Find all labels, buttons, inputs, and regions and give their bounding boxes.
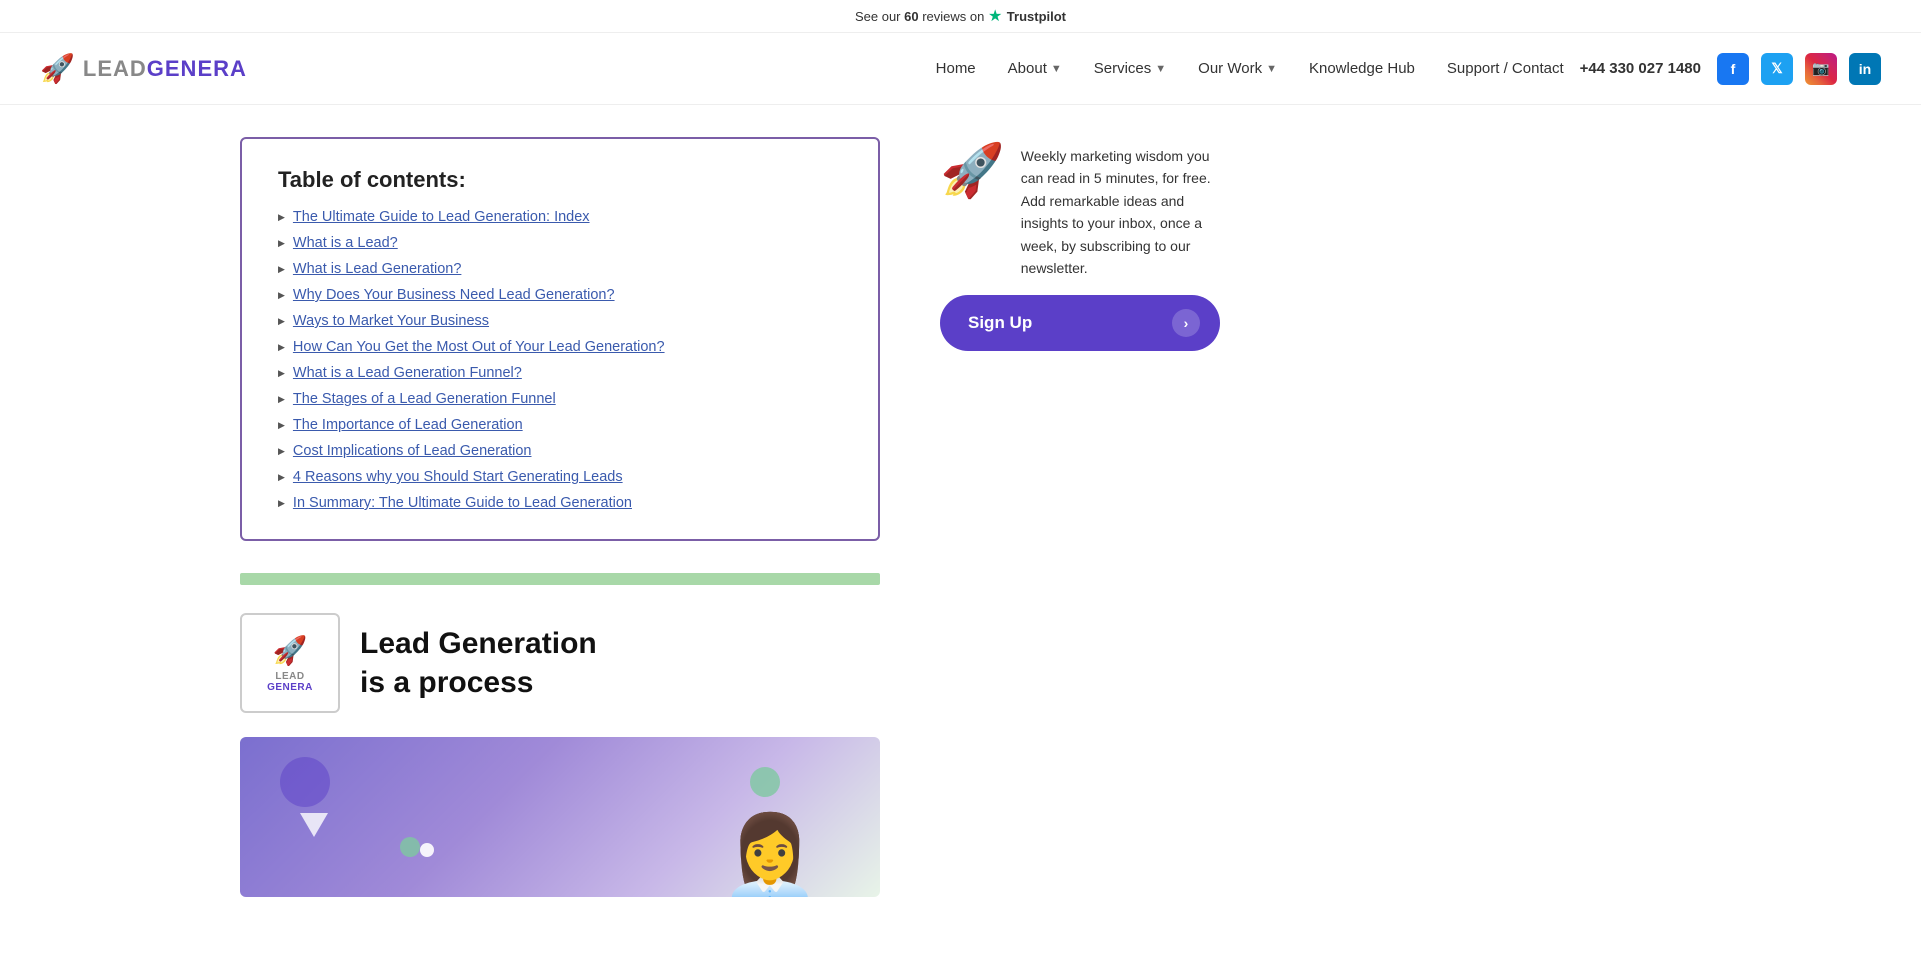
logo-text: LEADGENERA — [83, 56, 247, 82]
social-icons: f 𝕏 📷 in — [1717, 53, 1881, 85]
decoration-dot — [420, 843, 434, 857]
list-item: In Summary: The Ultimate Guide to Lead G… — [278, 495, 842, 511]
services-dropdown-icon: ▼ — [1155, 63, 1166, 75]
lead-gen-logo-lead: LEAD — [275, 671, 304, 682]
nav-knowledge-hub[interactable]: Knowledge Hub — [1309, 60, 1415, 77]
signup-arrow-icon: › — [1172, 309, 1200, 337]
our-work-dropdown-icon: ▼ — [1266, 63, 1277, 75]
list-item: Cost Implications of Lead Generation — [278, 443, 842, 459]
nav-home[interactable]: Home — [936, 60, 976, 77]
decoration-triangle — [300, 813, 328, 837]
toc-link-6[interactable]: How Can You Get the Most Out of Your Lea… — [293, 339, 665, 355]
table-of-contents: Table of contents: The Ultimate Guide to… — [240, 137, 880, 541]
list-item: 4 Reasons why you Should Start Generatin… — [278, 469, 842, 485]
toc-link-8[interactable]: The Stages of a Lead Generation Funnel — [293, 391, 556, 407]
logo-rocket-icon: 🚀 — [40, 52, 75, 85]
nav-our-work[interactable]: Our Work ▼ — [1198, 60, 1277, 77]
toc-title: Table of contents: — [278, 167, 842, 193]
toc-link-12[interactable]: In Summary: The Ultimate Guide to Lead G… — [293, 495, 632, 511]
toc-link-10[interactable]: Cost Implications of Lead Generation — [293, 443, 532, 459]
linkedin-icon[interactable]: in — [1849, 53, 1881, 85]
twitter-icon[interactable]: 𝕏 — [1761, 53, 1793, 85]
lead-gen-logo-box: 🚀 LEAD GENERA — [240, 613, 340, 713]
toc-link-11[interactable]: 4 Reasons why you Should Start Generatin… — [293, 469, 623, 485]
trustpilot-brand: Trustpilot — [1007, 9, 1066, 24]
sidebar: 🚀 Weekly marketing wisdom you can read i… — [940, 137, 1220, 897]
nav-about[interactable]: About ▼ — [1008, 60, 1062, 77]
list-item: Ways to Market Your Business — [278, 313, 842, 329]
green-divider — [240, 573, 880, 585]
instagram-icon[interactable]: 📷 — [1805, 53, 1837, 85]
newsletter-rocket-icon: 🚀 — [940, 145, 1005, 197]
lead-gen-header: 🚀 LEAD GENERA Lead Generation is a proce… — [240, 613, 880, 713]
decoration-circle-green — [750, 767, 780, 797]
trustpilot-count: 60 — [904, 9, 918, 24]
toc-link-4[interactable]: Why Does Your Business Need Lead Generat… — [293, 287, 615, 303]
list-item: What is a Lead? — [278, 235, 842, 251]
toc-list: The Ultimate Guide to Lead Generation: I… — [278, 209, 842, 511]
toc-link-5[interactable]: Ways to Market Your Business — [293, 313, 489, 329]
header: 🚀 LEADGENERA Home About ▼ Services ▼ Our… — [0, 33, 1921, 105]
signup-button[interactable]: Sign Up › — [940, 295, 1220, 351]
lead-gen-logo-text: LEAD GENERA — [267, 671, 313, 693]
logo-genera: GENERA — [147, 56, 247, 81]
nav-services[interactable]: Services ▼ — [1094, 60, 1166, 77]
lead-gen-logo-genera: GENERA — [267, 682, 313, 693]
toc-link-9[interactable]: The Importance of Lead Generation — [293, 417, 523, 433]
decoration-circle-green2 — [400, 837, 420, 857]
facebook-icon[interactable]: f — [1717, 53, 1749, 85]
lead-gen-rocket-icon: 🚀 — [273, 634, 308, 667]
list-item: The Stages of a Lead Generation Funnel — [278, 391, 842, 407]
toc-link-2[interactable]: What is a Lead? — [293, 235, 398, 251]
toc-link-1[interactable]: The Ultimate Guide to Lead Generation: I… — [293, 209, 590, 225]
toc-link-7[interactable]: What is a Lead Generation Funnel? — [293, 365, 522, 381]
lead-gen-image: 👩‍💼 — [240, 737, 880, 897]
content-column: Table of contents: The Ultimate Guide to… — [240, 137, 880, 897]
signup-label: Sign Up — [968, 313, 1032, 333]
trustpilot-text-prefix: See our — [855, 9, 904, 24]
decoration-circle-purple — [280, 757, 330, 807]
newsletter-icon-row: 🚀 Weekly marketing wisdom you can read i… — [940, 145, 1220, 279]
trustpilot-star-icon: ★ — [988, 8, 1007, 25]
newsletter-description: Weekly marketing wisdom you can read in … — [1021, 145, 1220, 279]
phone-number: +44 330 027 1480 — [1580, 60, 1701, 77]
list-item: The Importance of Lead Generation — [278, 417, 842, 433]
trustpilot-text-suffix: reviews on — [919, 9, 985, 24]
list-item: How Can You Get the Most Out of Your Lea… — [278, 339, 842, 355]
toc-link-3[interactable]: What is Lead Generation? — [293, 261, 461, 277]
logo-link[interactable]: 🚀 LEADGENERA — [40, 52, 247, 85]
about-dropdown-icon: ▼ — [1051, 63, 1062, 75]
lead-gen-title: Lead Generation is a process — [360, 624, 597, 702]
illustration-figure: 👩‍💼 — [720, 817, 820, 897]
list-item: The Ultimate Guide to Lead Generation: I… — [278, 209, 842, 225]
nav-support-contact[interactable]: Support / Contact — [1447, 60, 1564, 77]
list-item: Why Does Your Business Need Lead Generat… — [278, 287, 842, 303]
trustpilot-bar: See our 60 reviews on ★ Trustpilot — [0, 0, 1921, 33]
main-content: Table of contents: The Ultimate Guide to… — [0, 105, 1921, 929]
main-nav: Home About ▼ Services ▼ Our Work ▼ Knowl… — [936, 60, 1564, 77]
newsletter-box: 🚀 Weekly marketing wisdom you can read i… — [940, 145, 1220, 351]
list-item: What is a Lead Generation Funnel? — [278, 365, 842, 381]
logo-lead: LEAD — [83, 56, 147, 81]
list-item: What is Lead Generation? — [278, 261, 842, 277]
